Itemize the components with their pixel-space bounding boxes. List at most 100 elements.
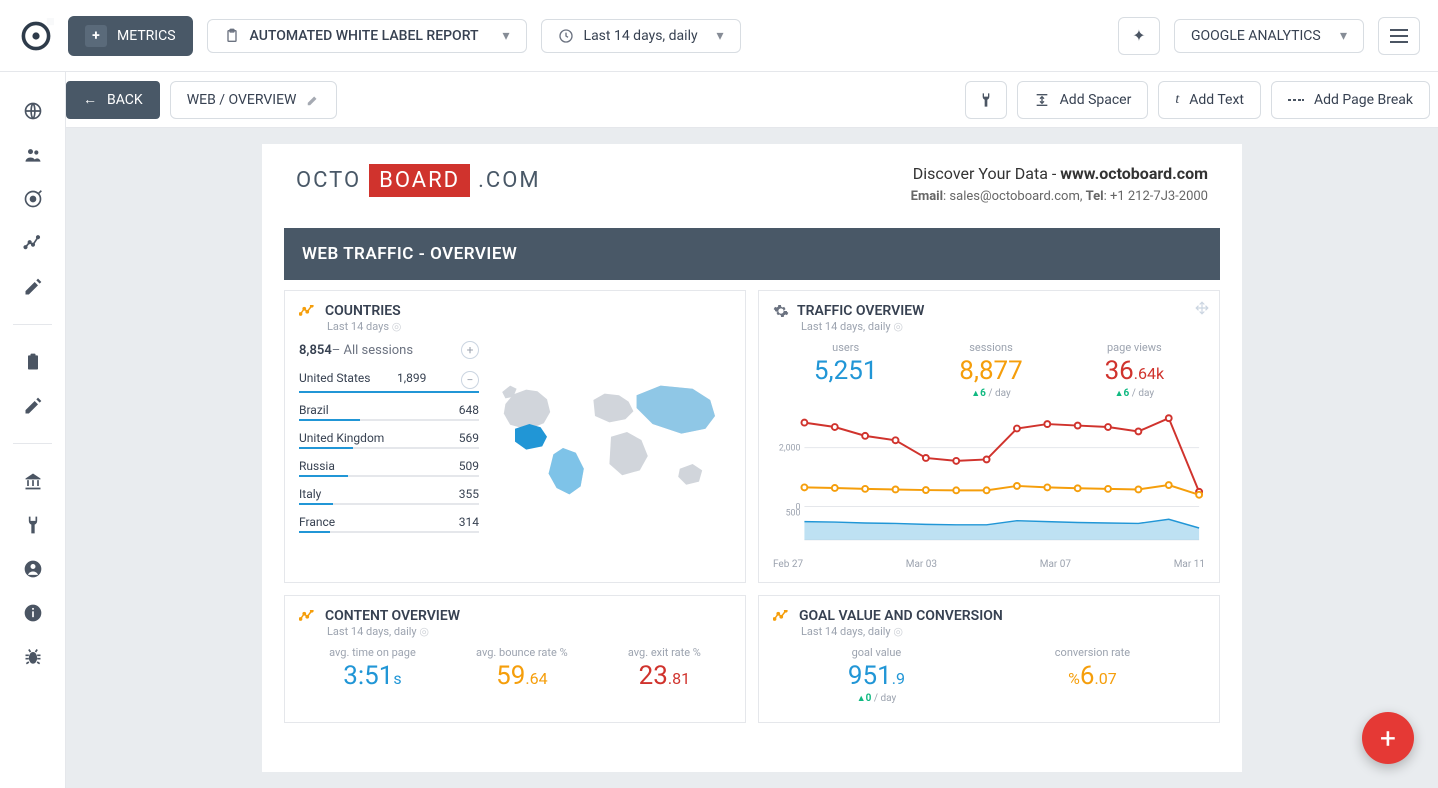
tagline-prefix: Discover Your Data -	[913, 164, 1061, 183]
plus-icon: +	[85, 25, 107, 47]
countries-sub: Last 14 days	[327, 320, 389, 333]
sidebar-item-edit[interactable]	[22, 276, 44, 298]
country-total: 8,854	[299, 343, 332, 358]
country-row[interactable]: Italy 355	[299, 481, 479, 503]
stat-label: conversion rate	[1055, 646, 1130, 659]
country-row[interactable]: Brazil 648	[299, 397, 479, 419]
country-row[interactable]: United States 1,899 −	[299, 365, 479, 391]
stat: page views 36.64k▲6 / day	[1105, 341, 1165, 399]
theme-button[interactable]: ✦	[1118, 17, 1160, 55]
country-row[interactable]: Russia 509	[299, 453, 479, 475]
sidebar-item-plug[interactable]	[22, 514, 44, 536]
stat-value: 36.64k	[1105, 356, 1165, 386]
sidebar-item-bug[interactable]	[22, 646, 44, 668]
email: sales@octoboard.com	[949, 189, 1079, 204]
stat-label: sessions	[959, 341, 1023, 354]
stat-label: avg. time on page	[329, 646, 416, 659]
arrow-left-icon: ←	[83, 91, 97, 108]
stat-label: users	[814, 341, 878, 354]
sidebar-item-globe[interactable]	[22, 100, 44, 122]
brand-left: OCTO	[296, 168, 361, 193]
content-widget: CONTENT OVERVIEW Last 14 days, daily ◎ a…	[284, 595, 746, 723]
secondbar: ← BACK WEB / OVERVIEW Add Spacer t Add T…	[66, 72, 1438, 128]
clock-icon	[558, 28, 574, 44]
xtick: Mar 07	[1040, 559, 1071, 570]
stat: sessions 8,877▲6 / day	[959, 341, 1023, 399]
brand-right: .COM	[478, 168, 540, 193]
stat-value: 951.9	[848, 661, 905, 691]
goal-widget: GOAL VALUE AND CONVERSION Last 14 days, …	[758, 595, 1220, 723]
section-title: WEB TRAFFIC - OVERVIEW	[284, 228, 1220, 280]
world-map[interactable]	[491, 341, 731, 537]
gear-icon	[773, 303, 789, 319]
stat-label: goal value	[848, 646, 905, 659]
back-button[interactable]: ← BACK	[66, 81, 160, 119]
metrics-button[interactable]: + METRICS	[68, 16, 193, 56]
connector-label: GOOGLE ANALYTICS	[1191, 28, 1321, 44]
stat-value: 8,877	[959, 356, 1023, 386]
brand-box: BOARD	[369, 164, 470, 197]
country-value: 569	[459, 431, 479, 445]
breadcrumb[interactable]: WEB / OVERVIEW	[170, 81, 338, 119]
sidebar	[0, 72, 66, 788]
svg-text:500: 500	[786, 508, 801, 518]
stat-value: %6.07	[1055, 661, 1130, 691]
stat: avg. exit rate % 23.81	[628, 646, 701, 691]
country-name: Brazil	[299, 403, 329, 417]
add-text-button[interactable]: t Add Text	[1158, 81, 1261, 119]
collapse-button[interactable]: −	[461, 371, 479, 389]
sidebar-item-info[interactable]	[22, 602, 44, 624]
add-fab[interactable]: +	[1362, 712, 1414, 764]
text-icon: t	[1175, 92, 1179, 108]
add-spacer-label: Add Spacer	[1060, 92, 1132, 108]
plug-icon	[978, 92, 994, 108]
clipboard-icon	[224, 28, 240, 44]
sidebar-item-clipboard[interactable]	[22, 351, 44, 373]
add-spacer-button[interactable]: Add Spacer	[1017, 81, 1149, 119]
sidebar-item-account[interactable]	[22, 558, 44, 580]
stat-value: 59.64	[476, 661, 568, 691]
stat-value: 5,251	[814, 356, 878, 386]
report-selector[interactable]: AUTOMATED WHITE LABEL REPORT ▾	[207, 19, 527, 53]
connection-button[interactable]	[965, 81, 1007, 119]
connector-selector[interactable]: GOOGLE ANALYTICS ▾	[1174, 19, 1364, 53]
pencil-icon	[306, 93, 320, 107]
back-label: BACK	[107, 92, 143, 108]
traffic-widget: TRAFFIC OVERVIEW Last 14 days, daily ◎ u…	[758, 290, 1220, 583]
sidebar-item-bank[interactable]	[22, 470, 44, 492]
xtick: Mar 11	[1174, 559, 1205, 570]
stat: conversion rate %6.07	[1055, 646, 1130, 704]
countries-title: COUNTRIES	[325, 303, 401, 319]
chevron-down-icon: ▾	[1340, 28, 1347, 44]
country-value: 648	[459, 403, 479, 417]
country-row[interactable]: France 314	[299, 509, 479, 531]
stat: goal value 951.9▲0 / day	[848, 646, 905, 704]
add-page-break-button[interactable]: Add Page Break	[1271, 81, 1430, 119]
hamburger-icon	[1390, 29, 1408, 43]
app-logo	[18, 18, 54, 54]
add-page-break-label: Add Page Break	[1314, 92, 1413, 108]
date-range-selector[interactable]: Last 14 days, daily ▾	[541, 19, 741, 53]
menu-button[interactable]	[1378, 17, 1420, 55]
country-value: 355	[459, 487, 479, 501]
stat-value: 3:51s	[329, 661, 416, 691]
sparkle-icon: ✦	[1132, 26, 1145, 45]
country-row[interactable]: United Kingdom 569	[299, 425, 479, 447]
sidebar-item-edit2[interactable]	[22, 395, 44, 417]
countries-widget: COUNTRIES Last 14 days ◎ 8,854 – All ses…	[284, 290, 746, 583]
svg-text:2,000: 2,000	[779, 444, 801, 454]
sidebar-item-analytics[interactable]	[22, 232, 44, 254]
drag-handle[interactable]	[1195, 301, 1209, 315]
add-text-label: Add Text	[1189, 92, 1244, 108]
analytics-icon	[773, 610, 791, 622]
sidebar-item-target[interactable]	[22, 188, 44, 210]
expand-button[interactable]: +	[461, 341, 479, 359]
metrics-label: METRICS	[117, 28, 176, 44]
content-scroll[interactable]: OCTO BOARD .COM Discover Your Data - www…	[66, 128, 1438, 788]
xtick: Mar 03	[906, 559, 937, 570]
brand: OCTO BOARD .COM	[296, 164, 541, 197]
sidebar-item-users[interactable]	[22, 144, 44, 166]
stat-label: page views	[1105, 341, 1165, 354]
chevron-down-icon: ▾	[717, 28, 724, 44]
country-name: United Kingdom	[299, 431, 384, 445]
